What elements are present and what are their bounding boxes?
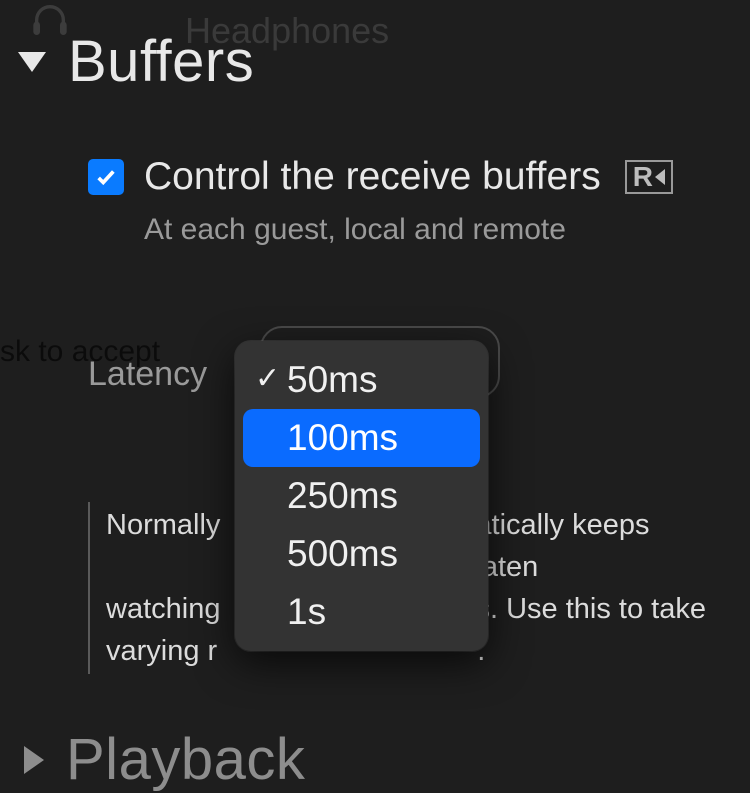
desc-line-2a: watching [106,588,220,630]
headphones-icon [25,0,75,40]
playback-section-header[interactable]: Playback [0,674,750,793]
dropdown-option-500ms[interactable]: 500ms [243,525,480,583]
dropdown-option-250ms[interactable]: 250ms [243,467,480,525]
desc-line-1b: atically keeps laten [475,504,708,588]
faded-background-text: sk to accept [0,335,160,369]
dropdown-option-100ms[interactable]: 100ms [243,409,480,467]
remote-badge-letter: R [633,163,653,191]
desc-line-3a: varying r [106,630,217,672]
control-receive-buffers-subtext: At each guest, local and remote [88,199,750,247]
remote-badge-arrow-icon [655,169,665,185]
control-receive-buffers-checkbox[interactable] [88,159,124,195]
playback-section-title: Playback [66,726,305,793]
check-icon [95,166,117,188]
desc-line-2b: s. Use this to take [475,588,706,630]
faded-header-row: Headphones [0,0,750,52]
dropdown-option-50ms[interactable]: 50ms [243,351,480,409]
faded-headphones-label: Headphones [185,10,389,51]
remote-badge: R [625,160,673,194]
control-receive-buffers-label: Control the receive buffers [144,155,601,199]
desc-line-1a: Normally [106,504,220,588]
chevron-down-icon [18,52,46,72]
dropdown-option-1s[interactable]: 1s [243,583,480,641]
latency-dropdown[interactable]: 50ms 100ms 250ms 500ms 1s [235,341,488,651]
